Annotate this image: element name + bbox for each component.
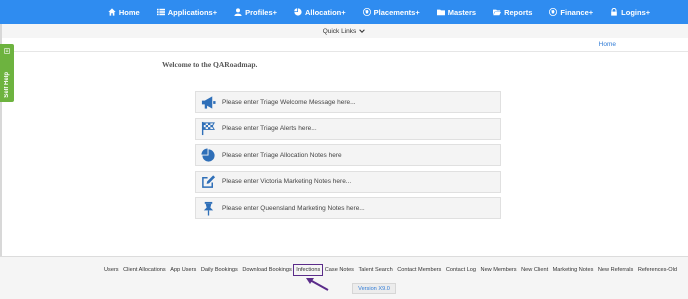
nav-label: Placements+: [373, 7, 420, 17]
footer-link-references-old[interactable]: References-Old: [638, 267, 677, 273]
note-triage-allocation[interactable]: Please enter Triage Allocation Notes her…: [195, 144, 501, 166]
self-help-label: Self Help: [4, 72, 10, 98]
breadcrumb-home[interactable]: Home: [599, 41, 616, 48]
footer-link-infections[interactable]: Infections: [293, 264, 324, 276]
footer-link-contact-log[interactable]: Contact Log: [446, 267, 476, 273]
checkered-flag-icon: [201, 121, 215, 136]
pie-chart-icon: [201, 147, 215, 162]
note-text: Please enter Victoria Marketing Notes he…: [222, 178, 352, 185]
notes-list: Please enter Triage Welcome Message here…: [195, 91, 501, 224]
quick-links-label: Quick Links: [322, 27, 357, 35]
chevron-down-icon: [359, 29, 366, 33]
globe-icon: [362, 8, 371, 16]
nav-label: Profiles+: [245, 7, 277, 17]
nav-logins[interactable]: Logins+: [610, 8, 650, 17]
globe-icon: [549, 8, 558, 16]
footer: Users Client Allocations App Users Daily…: [0, 256, 688, 299]
pin-icon: [203, 201, 214, 216]
nav-applications[interactable]: Applications+: [156, 7, 218, 17]
user-icon: [234, 8, 242, 16]
note-queensland-marketing[interactable]: Please enter Queensland Marketing Notes …: [195, 197, 501, 219]
edit-icon: [202, 175, 216, 188]
footer-link-download-bookings[interactable]: Download Bookings: [242, 267, 291, 273]
footer-link-contact-members[interactable]: Contact Members: [397, 267, 441, 273]
nav-label: Finance+: [560, 7, 594, 17]
folder-open-icon: [493, 9, 502, 16]
note-text: Please enter Triage Alerts here...: [222, 125, 317, 132]
footer-link-new-members[interactable]: New Members: [481, 267, 517, 273]
megaphone-icon: [201, 95, 216, 109]
nav-placements[interactable]: Placements+: [362, 7, 420, 17]
footer-link-new-client[interactable]: New Client: [521, 267, 548, 273]
footer-link-talent-search[interactable]: Talent Search: [358, 267, 392, 273]
nav-label: Logins+: [621, 7, 651, 17]
note-victoria-marketing[interactable]: Please enter Victoria Marketing Notes he…: [195, 170, 501, 193]
footer-link-marketing-notes[interactable]: Marketing Notes: [553, 267, 594, 273]
note-text: Please enter Triage Allocation Notes her…: [222, 151, 342, 159]
nav-reports[interactable]: Reports: [493, 8, 532, 17]
note-text: Please enter Triage Welcome Message here…: [222, 98, 356, 106]
nav-finance[interactable]: Finance+: [549, 8, 593, 17]
version-badge: Version X9.0: [352, 283, 396, 294]
breadcrumb-bar: Home: [14, 38, 688, 52]
self-help-tab[interactable]: Self Help: [0, 44, 14, 102]
footer-link-new-referrals[interactable]: New Referrals: [598, 267, 633, 273]
nav-label: Applications+: [167, 7, 218, 17]
nav-label: Reports: [504, 7, 533, 17]
top-navbar: Home Applications+ Profiles+ Allocation+…: [0, 0, 688, 24]
footer-link-case-notes[interactable]: Case Notes: [325, 267, 354, 273]
pie-icon: [294, 8, 302, 16]
nav-label: Masters: [447, 7, 477, 17]
annotation-arrow-icon: [306, 278, 329, 291]
nav-label: Allocation+: [305, 7, 346, 17]
lock-icon: [611, 8, 617, 16]
list-icon: [156, 8, 165, 16]
quick-links-toggle[interactable]: Quick Links: [0, 24, 688, 38]
nav-home[interactable]: Home: [108, 8, 140, 17]
note-text: Please enter Queensland Marketing Notes …: [222, 204, 365, 212]
footer-links: Users Client Allocations App Users Daily…: [104, 264, 677, 276]
nav-profiles[interactable]: Profiles+: [234, 8, 277, 17]
note-triage-welcome[interactable]: Please enter Triage Welcome Message here…: [195, 91, 501, 113]
footer-link-app-users[interactable]: App Users: [170, 267, 196, 273]
nav-allocation[interactable]: Allocation+: [294, 8, 346, 17]
welcome-heading: Welcome to the QARoadmap.: [162, 60, 258, 69]
nav-masters[interactable]: Masters: [436, 7, 477, 17]
nav-label: Home: [118, 7, 140, 17]
footer-link-daily-bookings[interactable]: Daily Bookings: [201, 267, 238, 273]
folder-icon: [436, 9, 445, 16]
book-icon: [4, 48, 10, 54]
footer-link-users[interactable]: Users: [104, 267, 119, 273]
note-triage-alerts[interactable]: Please enter Triage Alerts here...: [195, 117, 501, 140]
footer-link-client-allocations[interactable]: Client Allocations: [123, 267, 166, 273]
home-icon: [108, 8, 116, 16]
